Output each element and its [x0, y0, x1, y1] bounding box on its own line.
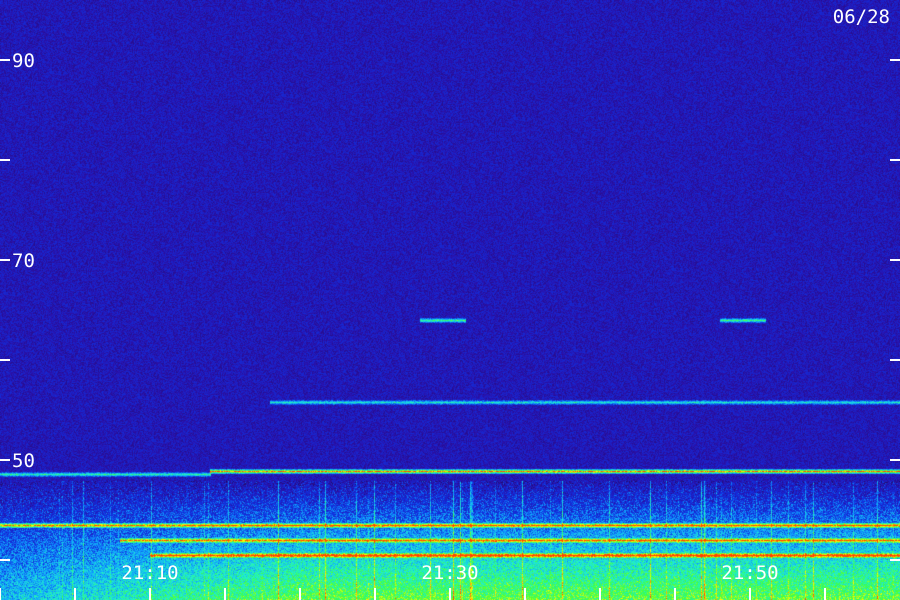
y-tick-label: 70: [12, 250, 35, 272]
y-axis-ticks: [0, 59, 900, 561]
x-tick-label: 21:30: [421, 562, 478, 584]
x-tick-label: 21:10: [121, 562, 178, 584]
x-tick-label: 21:50: [721, 562, 778, 584]
spectrogram-chart: 90 70 50 21:10 21:30 21:50 06/28: [0, 0, 900, 600]
x-axis-ticks: [0, 588, 826, 600]
date-label: 06/28: [833, 6, 890, 28]
chart-overlay: 90 70 50 21:10 21:30 21:50 06/28: [0, 6, 900, 600]
y-axis-labels: 90 70 50: [12, 50, 35, 472]
x-axis-labels: 21:10 21:30 21:50: [121, 562, 778, 584]
y-tick-label: 50: [12, 450, 35, 472]
y-tick-label: 90: [12, 50, 35, 72]
